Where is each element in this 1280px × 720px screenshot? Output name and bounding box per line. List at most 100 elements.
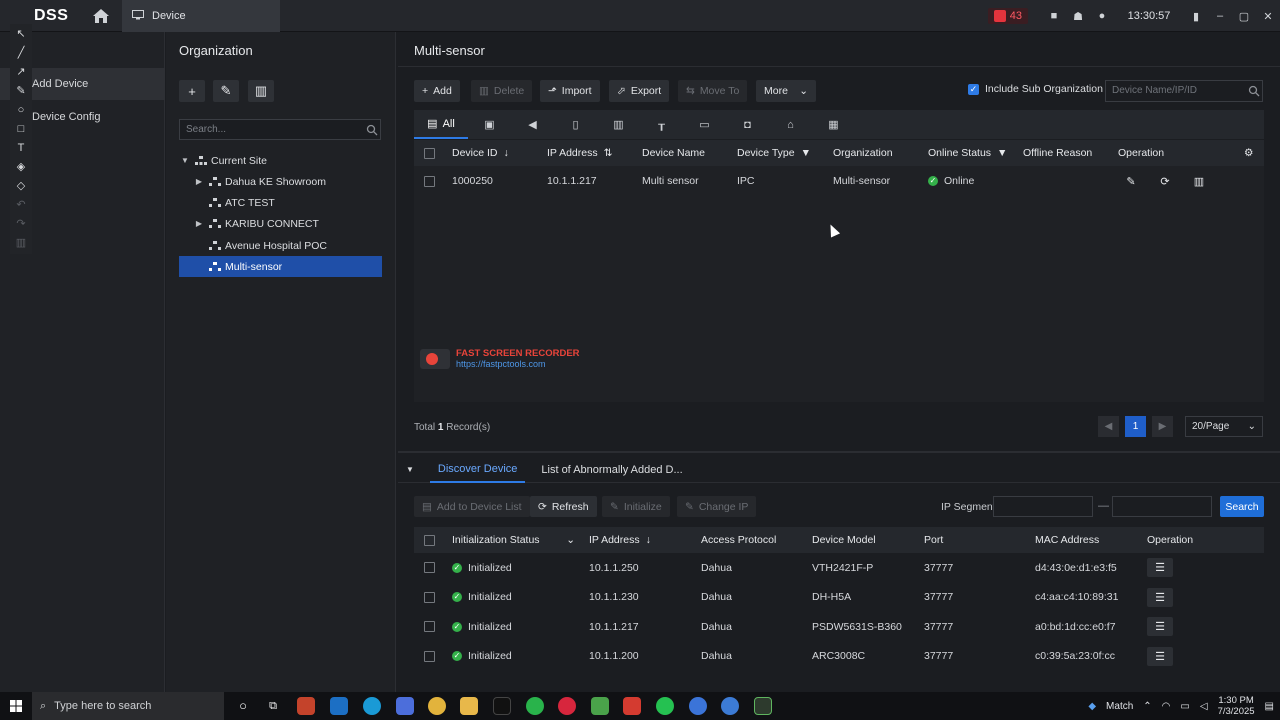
tab-discover-device[interactable]: Discover Device: [429, 457, 526, 483]
home-icon[interactable]: [90, 6, 112, 26]
next-page-icon[interactable]: ▶: [1152, 416, 1173, 437]
export-button[interactable]: ⬀ Export: [609, 80, 670, 102]
table-row[interactable]: ✓ Initialized 10.1.1.230 Dahua DH-H5A 377…: [414, 583, 1264, 613]
rectangle-icon[interactable]: □: [10, 119, 32, 138]
recorder-app-icon[interactable]: [623, 697, 641, 715]
move-to-button[interactable]: ⇆ Move To: [678, 80, 748, 102]
dss-app-icon[interactable]: [754, 697, 772, 715]
cortana-icon[interactable]: ○: [234, 697, 252, 715]
collapse-icon[interactable]: ▼: [398, 457, 422, 483]
type-filter-matrix[interactable]: ▦: [812, 110, 855, 139]
add-device-op-icon[interactable]: ☰: [1147, 617, 1173, 637]
type-filter-intercom[interactable]: ▥: [597, 110, 640, 139]
media-icon[interactable]: ■: [1042, 0, 1066, 32]
pinterest-icon[interactable]: [558, 697, 576, 715]
filter-icon[interactable]: ▼: [801, 147, 811, 159]
column-settings-gear-icon[interactable]: ⚙: [1238, 147, 1262, 159]
expand-right-icon[interactable]: ▶: [193, 177, 205, 186]
close-icon[interactable]: ✕: [1256, 0, 1280, 32]
delete-icon[interactable]: ▥: [1186, 172, 1212, 190]
edit-icon[interactable]: ✎: [1118, 172, 1144, 190]
sort-down-icon[interactable]: ↓: [504, 147, 509, 159]
type-filter-camera[interactable]: ◀: [511, 110, 554, 139]
add-device-op-icon[interactable]: ☰: [1147, 558, 1173, 578]
col-organization[interactable]: Organization: [827, 147, 922, 159]
type-filter-barrier[interactable]: ┰: [640, 110, 683, 139]
tiktok-icon[interactable]: [493, 697, 511, 715]
col-device-model[interactable]: Device Model: [806, 534, 918, 546]
text-icon[interactable]: T: [10, 138, 32, 157]
type-filter-door[interactable]: ▯: [554, 110, 597, 139]
file-explorer-icon[interactable]: [460, 697, 478, 715]
redo-icon[interactable]: ↷: [10, 214, 32, 233]
col-ip-address[interactable]: IP Address ↓: [583, 534, 695, 546]
battery-icon[interactable]: ▭: [1180, 701, 1189, 712]
initialize-button[interactable]: ✎ Initialize: [602, 496, 670, 517]
table-row[interactable]: ✓ Initialized 10.1.1.250 Dahua VTH2421F-P…: [414, 553, 1264, 583]
type-filter-gate[interactable]: ⌂: [769, 110, 812, 139]
table-row[interactable]: 1000250 10.1.1.217 Multi sensor IPC Mult…: [414, 166, 1264, 196]
circle-icon[interactable]: ○: [10, 100, 32, 119]
wechat-icon[interactable]: [526, 697, 544, 715]
col-device-name[interactable]: Device Name: [636, 147, 731, 159]
tree-node-current-site[interactable]: ▼ Current Site: [179, 150, 382, 171]
type-filter-all[interactable]: ▤ All: [414, 110, 468, 139]
eraser-icon[interactable]: ◇: [10, 176, 32, 195]
checkbox-checked-icon[interactable]: ✓: [968, 83, 979, 95]
windows-start-icon[interactable]: [10, 700, 22, 715]
minimize-icon[interactable]: –: [1208, 0, 1232, 32]
edge-icon[interactable]: [363, 697, 381, 715]
user-icon[interactable]: ●: [1090, 0, 1114, 32]
network-icon[interactable]: ☗: [1066, 0, 1090, 32]
type-filter-nvr[interactable]: ▭: [683, 110, 726, 139]
col-access-protocol[interactable]: Access Protocol: [695, 534, 806, 546]
add-button[interactable]: + Add: [414, 80, 460, 102]
line-icon[interactable]: ╱: [10, 43, 32, 62]
col-online-status[interactable]: Online Status ▼: [922, 147, 1017, 159]
row-checkbox[interactable]: [414, 562, 446, 574]
row-checkbox[interactable]: [414, 650, 446, 662]
tab-device[interactable]: Device: [122, 0, 280, 32]
edit-org-button[interactable]: ✎: [213, 80, 239, 102]
tab-abnormal-devices[interactable]: List of Abnormally Added D...: [533, 457, 690, 483]
org-search-input[interactable]: Search...: [179, 119, 381, 140]
weather-label[interactable]: Match: [1106, 701, 1133, 712]
include-sub-org[interactable]: ✓ Include Sub Organization: [968, 83, 1103, 95]
delete-button[interactable]: ▥ Delete: [471, 80, 533, 102]
tree-node-avenue-hospital[interactable]: Avenue Hospital POC: [179, 235, 382, 256]
search-icon[interactable]: [366, 124, 378, 136]
col-device-id[interactable]: Device ID ↓: [446, 147, 541, 159]
task-view-icon[interactable]: ⧉: [264, 697, 282, 715]
app-icon[interactable]: [689, 697, 707, 715]
store-icon[interactable]: [396, 697, 414, 715]
table-row[interactable]: ✓ Initialized 10.1.1.217 Dahua PSDW5631S-…: [414, 612, 1264, 642]
search-button[interactable]: Search: [1220, 496, 1264, 517]
chrome-profile-icon[interactable]: [721, 697, 739, 715]
row-checkbox[interactable]: [414, 621, 446, 633]
powerpoint-icon[interactable]: [297, 697, 315, 715]
tree-node-atc-test[interactable]: ATC TEST: [179, 192, 382, 213]
col-ip-address[interactable]: IP Address ⇅: [541, 147, 636, 159]
type-filter-encoder[interactable]: ▣: [468, 110, 511, 139]
ip-segment-start-input[interactable]: [993, 496, 1093, 517]
pointer-icon[interactable]: ↖: [10, 24, 32, 43]
col-port[interactable]: Port: [918, 534, 1029, 546]
add-device-op-icon[interactable]: ☰: [1147, 646, 1173, 666]
add-org-button[interactable]: +: [179, 80, 205, 102]
col-offline-reason[interactable]: Offline Reason: [1017, 147, 1112, 159]
taskbar-clock[interactable]: 1:30 PM 7/3/2025: [1218, 695, 1255, 717]
expand-right-icon[interactable]: ▶: [193, 219, 205, 228]
add-device-op-icon[interactable]: ☰: [1147, 587, 1173, 607]
wifi-icon[interactable]: ◠: [1162, 701, 1171, 712]
ip-segment-end-input[interactable]: [1112, 496, 1212, 517]
col-device-type[interactable]: Device Type ▼: [731, 147, 827, 159]
prev-page-icon[interactable]: ◀: [1098, 416, 1119, 437]
refresh-button[interactable]: ⟳ Refresh: [530, 496, 597, 517]
table-row[interactable]: ✓ Initialized 10.1.1.200 Dahua ARC3008C 3…: [414, 642, 1264, 672]
utorrent-icon[interactable]: [591, 697, 609, 715]
page-size-select[interactable]: 20/Page ⌄: [1185, 416, 1263, 437]
tree-node-dahua-ke-showroom[interactable]: ▶ Dahua KE Showroom: [179, 171, 382, 192]
filter-icon[interactable]: ▼: [997, 147, 1007, 159]
alarm-counter[interactable]: 43: [987, 8, 1028, 24]
search-icon[interactable]: [1248, 85, 1260, 100]
